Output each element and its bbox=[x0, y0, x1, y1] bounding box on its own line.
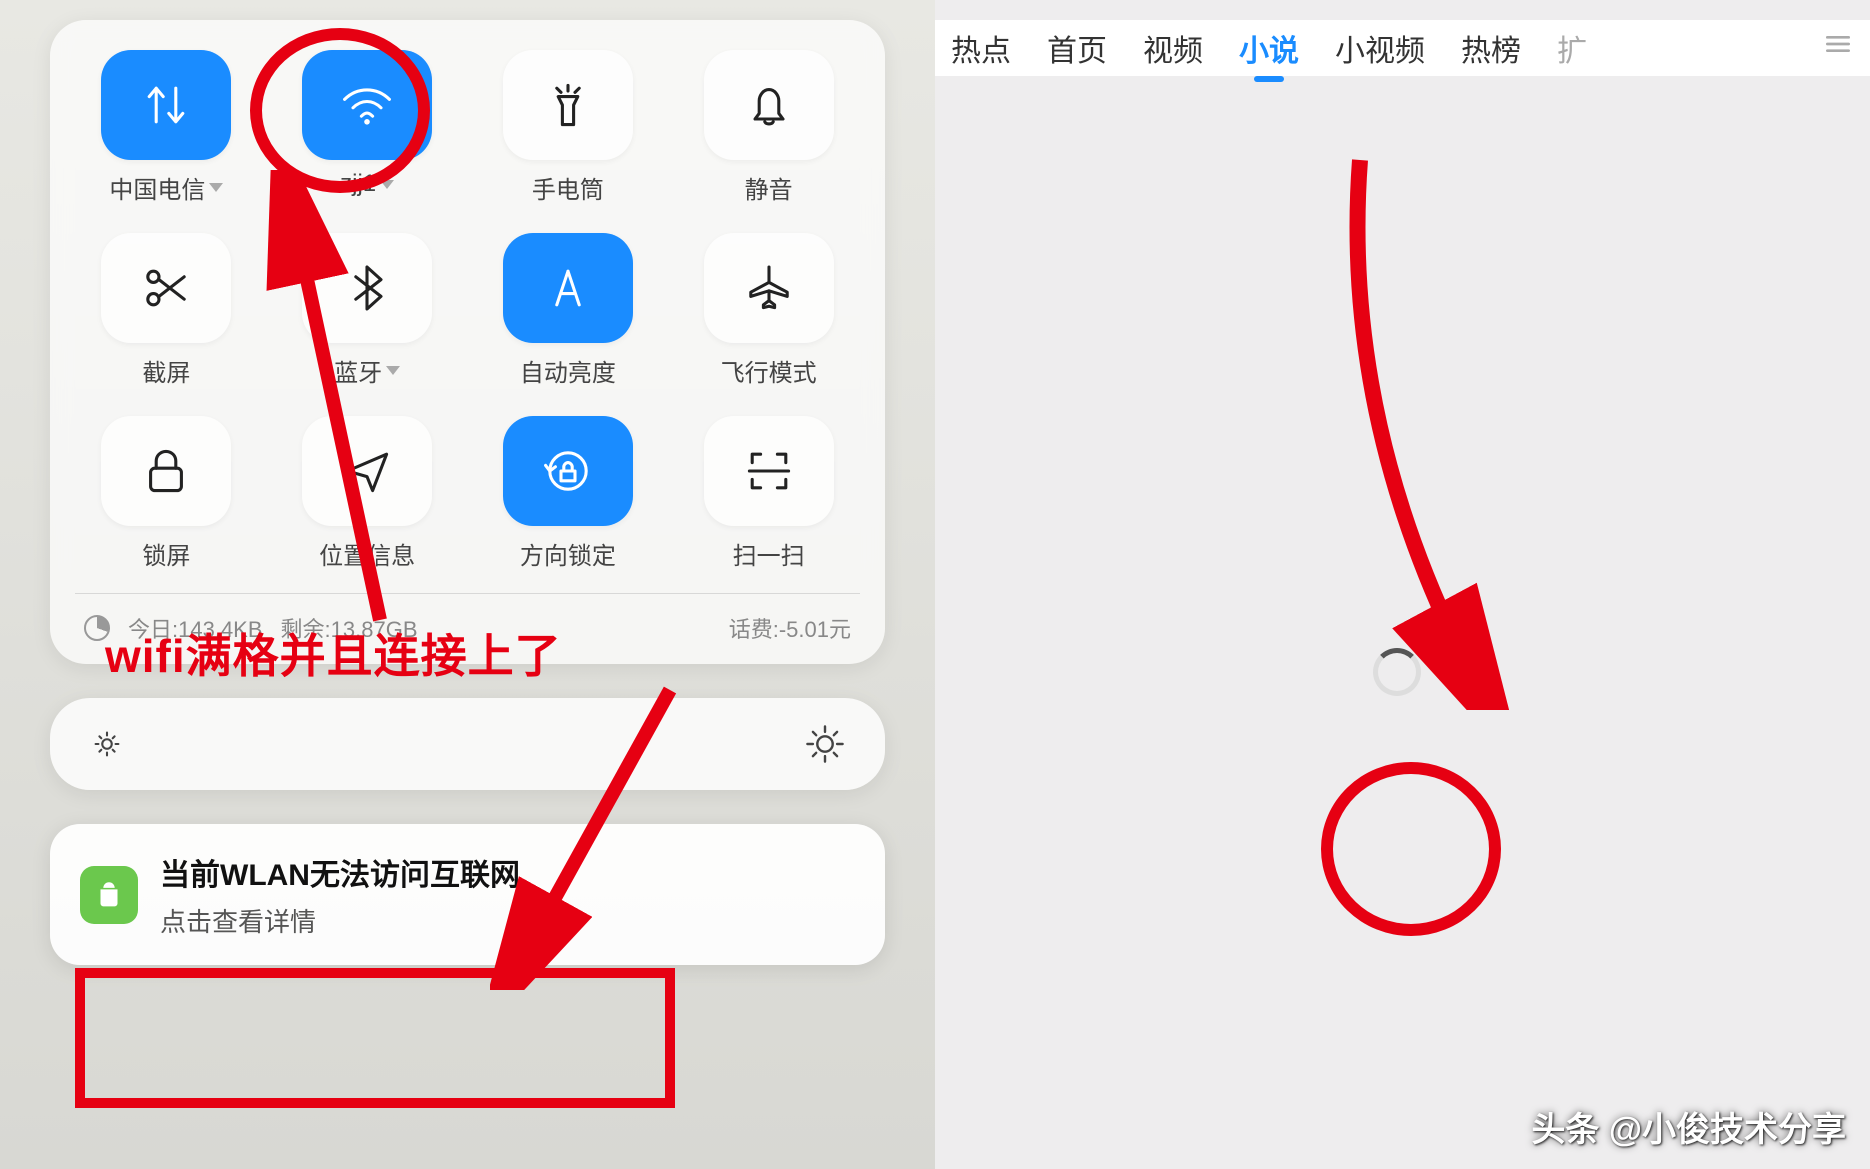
tile-airplane: 飞行模式 bbox=[682, 233, 855, 388]
tab-bar: 热点 首页 视频 小说 小视频 热榜 扩 bbox=[935, 20, 1870, 76]
tile-mute: 静音 bbox=[682, 50, 855, 205]
orientation-toggle[interactable] bbox=[503, 416, 633, 526]
bluetooth-toggle[interactable] bbox=[302, 233, 432, 343]
tile-label: 自动亮度 bbox=[520, 353, 616, 388]
annotation-rect-notif bbox=[75, 968, 675, 1108]
flashlight-toggle[interactable] bbox=[503, 50, 633, 160]
tile-label: 静音 bbox=[745, 170, 793, 205]
usage-fee: 话费:-5.01元 bbox=[729, 612, 851, 644]
screenshot-button[interactable] bbox=[101, 233, 231, 343]
annotation-circle-spinner bbox=[1321, 762, 1501, 936]
loading-spinner bbox=[1373, 648, 1433, 708]
tile-label: 手电筒 bbox=[532, 170, 604, 205]
tile-label: 飞行模式 bbox=[721, 353, 817, 388]
airplane-icon bbox=[741, 260, 797, 316]
tile-label: 锁屏 bbox=[142, 536, 190, 571]
tile-cellular: 中国电信 bbox=[80, 50, 253, 205]
cellular-swap-icon bbox=[138, 77, 194, 133]
notif-title: 当前WLAN无法访问互联网 bbox=[160, 850, 520, 894]
tile-label: 中国电信 bbox=[109, 170, 223, 205]
orientation-lock-icon bbox=[540, 443, 596, 499]
location-toggle[interactable] bbox=[302, 416, 432, 526]
divider bbox=[75, 593, 860, 594]
tile-flashlight: 手电筒 bbox=[482, 50, 655, 205]
spinner-icon bbox=[1373, 648, 1421, 696]
bell-icon bbox=[741, 77, 797, 133]
notif-body: 当前WLAN无法访问互联网 点击查看详情 bbox=[160, 850, 520, 939]
tab-novel[interactable]: 小说 bbox=[1239, 20, 1299, 76]
tile-orientation: 方向锁定 bbox=[482, 416, 655, 571]
notif-sub: 点击查看详情 bbox=[160, 902, 520, 939]
tab-video[interactable]: 视频 bbox=[1143, 20, 1203, 76]
tab-hotspot[interactable]: 热点 bbox=[951, 20, 1011, 76]
tile-lockscreen: 锁屏 bbox=[80, 416, 253, 571]
lockscreen-button[interactable] bbox=[101, 416, 231, 526]
bluetooth-icon bbox=[339, 260, 395, 316]
tab-hotlist[interactable]: 热榜 bbox=[1461, 20, 1521, 76]
quick-settings-grid: 中国电信 zjj1 手电筒 静音 bbox=[80, 50, 855, 571]
tile-label: 蓝牙 bbox=[334, 353, 400, 388]
tab-shortvideo[interactable]: 小视频 bbox=[1335, 20, 1425, 76]
tile-bluetooth: 蓝牙 bbox=[281, 233, 454, 388]
tile-label: 位置信息 bbox=[319, 536, 415, 571]
tile-autobrightness: 自动亮度 bbox=[482, 233, 655, 388]
auto-brightness-icon bbox=[540, 260, 596, 316]
annotation-text: wifi满格并且连接上了 bbox=[105, 620, 562, 686]
chevron-down-icon bbox=[209, 183, 223, 192]
mute-toggle[interactable] bbox=[704, 50, 834, 160]
brightness-low-icon bbox=[88, 725, 126, 763]
menu-icon[interactable] bbox=[1822, 28, 1854, 68]
cellular-toggle[interactable] bbox=[101, 50, 231, 160]
brightness-high-icon bbox=[803, 722, 847, 766]
app-icon bbox=[80, 866, 138, 924]
brightness-slider[interactable] bbox=[50, 698, 885, 790]
annotation-arrow-right bbox=[1330, 150, 1510, 710]
hamburger-icon bbox=[1822, 28, 1854, 60]
lock-icon bbox=[138, 443, 194, 499]
tile-label: 截屏 bbox=[142, 353, 190, 388]
scan-icon bbox=[741, 443, 797, 499]
control-center-screenshot: 中国电信 zjj1 手电筒 静音 bbox=[0, 0, 935, 1169]
android-icon bbox=[92, 878, 126, 912]
airplane-toggle[interactable] bbox=[704, 233, 834, 343]
scan-button[interactable] bbox=[704, 416, 834, 526]
tile-label: 扫一扫 bbox=[733, 536, 805, 571]
control-center-panel: 中国电信 zjj1 手电筒 静音 bbox=[50, 20, 885, 664]
tile-label: 方向锁定 bbox=[520, 536, 616, 571]
watermark: 头条 @小俊技术分享 bbox=[1531, 1102, 1846, 1151]
tile-scan: 扫一扫 bbox=[682, 416, 855, 571]
annotation-circle-wifi bbox=[250, 28, 430, 193]
tab-overflow[interactable]: 扩 bbox=[1557, 20, 1587, 76]
tile-screenshot: 截屏 bbox=[80, 233, 253, 388]
flashlight-icon bbox=[540, 77, 596, 133]
scissors-icon bbox=[138, 260, 194, 316]
news-app-screenshot: 热点 首页 视频 小说 小视频 热榜 扩 头条 @小俊技术分享 bbox=[935, 0, 1870, 1169]
navigation-icon bbox=[339, 443, 395, 499]
chevron-down-icon bbox=[386, 366, 400, 375]
tab-home[interactable]: 首页 bbox=[1047, 20, 1107, 76]
autobrightness-toggle[interactable] bbox=[503, 233, 633, 343]
wlan-warning-notification[interactable]: 当前WLAN无法访问互联网 点击查看详情 bbox=[50, 824, 885, 965]
tile-location: 位置信息 bbox=[281, 416, 454, 571]
